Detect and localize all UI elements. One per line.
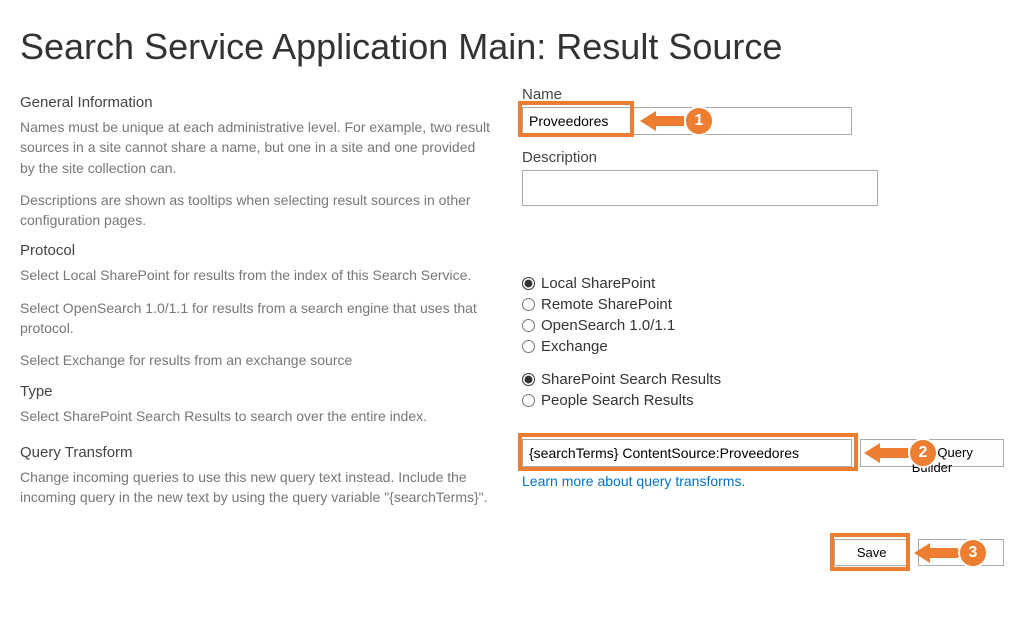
protocol-remote-sharepoint[interactable]: Remote SharePoint (522, 296, 1004, 313)
type-sharepoint-search-radio[interactable] (522, 373, 535, 386)
callout-arrow-1 (640, 113, 684, 129)
name-label: Name (522, 86, 1004, 103)
query-transform-heading: Query Transform (20, 444, 490, 461)
protocol-opensearch-radio[interactable] (522, 319, 535, 332)
protocol-opensearch-label: OpenSearch 1.0/1.1 (541, 317, 675, 334)
callout-badge-1: 1 (684, 106, 714, 136)
general-info-heading: General Information (20, 94, 490, 111)
type-sharepoint-search-label: SharePoint Search Results (541, 371, 721, 388)
help-panel: General Information Names must be unique… (20, 86, 490, 566)
protocol-local-sharepoint-radio[interactable] (522, 277, 535, 290)
general-info-text-1: Names must be unique at each administrat… (20, 117, 490, 178)
save-button[interactable]: Save (834, 539, 910, 566)
general-info-text-2: Descriptions are shown as tooltips when … (20, 190, 490, 231)
type-people-search-label: People Search Results (541, 392, 694, 409)
protocol-remote-sharepoint-label: Remote SharePoint (541, 296, 672, 313)
protocol-exchange[interactable]: Exchange (522, 338, 1004, 355)
query-transform-text-1: Change incoming queries to use this new … (20, 467, 490, 508)
description-label: Description (522, 149, 1004, 166)
callout-arrow-2 (864, 445, 908, 461)
callout-badge-2: 2 (908, 438, 938, 468)
learn-more-link[interactable]: Learn more about query transforms. (522, 473, 745, 489)
protocol-local-sharepoint[interactable]: Local SharePoint (522, 275, 1004, 292)
type-text-1: Select SharePoint Search Results to sear… (20, 406, 490, 426)
page-title: Search Service Application Main: Result … (20, 26, 1004, 68)
protocol-exchange-radio[interactable] (522, 340, 535, 353)
type-sharepoint-search[interactable]: SharePoint Search Results (522, 371, 1004, 388)
protocol-text-2: Select OpenSearch 1.0/1.1 for results fr… (20, 298, 490, 339)
protocol-remote-sharepoint-radio[interactable] (522, 298, 535, 311)
protocol-text-1: Select Local SharePoint for results from… (20, 265, 490, 285)
type-radio-group: SharePoint Search Results People Search … (522, 371, 1004, 409)
protocol-heading: Protocol (20, 242, 490, 259)
protocol-local-sharepoint-label: Local SharePoint (541, 275, 655, 292)
protocol-radio-group: Local SharePoint Remote SharePoint OpenS… (522, 275, 1004, 355)
description-input[interactable] (522, 170, 878, 206)
protocol-opensearch[interactable]: OpenSearch 1.0/1.1 (522, 317, 1004, 334)
callout-badge-3: 3 (958, 538, 988, 568)
type-people-search[interactable]: People Search Results (522, 392, 1004, 409)
type-heading: Type (20, 383, 490, 400)
protocol-exchange-label: Exchange (541, 338, 608, 355)
form-panel: Name 1 Description Local SharePoint Remo… (522, 86, 1004, 566)
protocol-text-3: Select Exchange for results from an exch… (20, 350, 490, 370)
query-transform-input[interactable] (522, 439, 852, 467)
type-people-search-radio[interactable] (522, 394, 535, 407)
callout-arrow-3 (914, 545, 958, 561)
